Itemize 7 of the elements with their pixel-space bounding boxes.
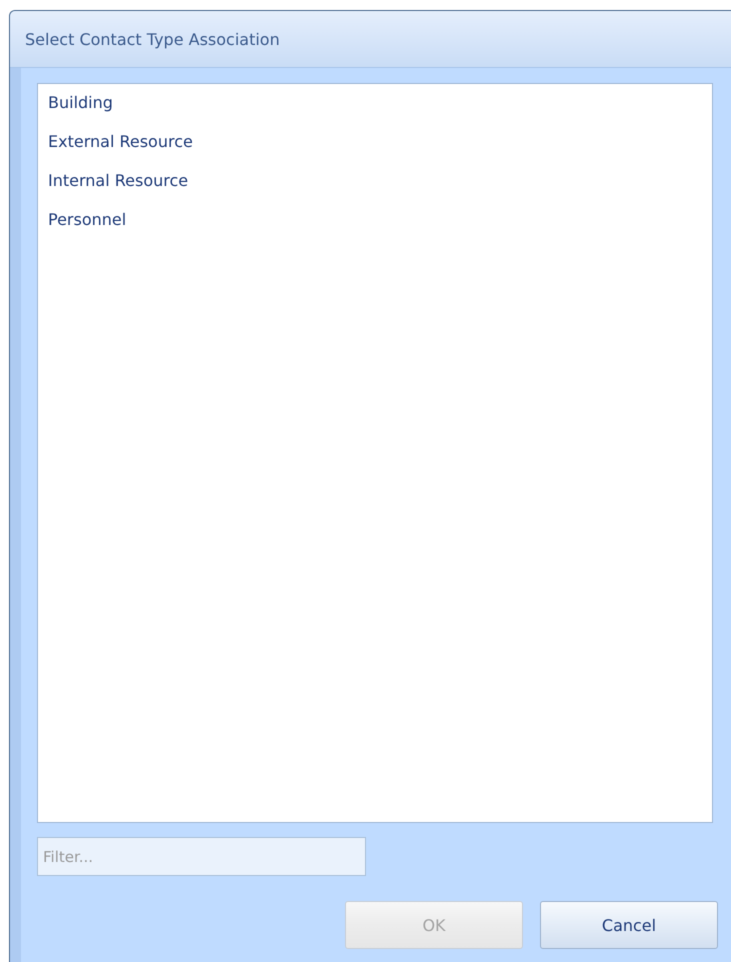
cancel-button[interactable]: Cancel [540,901,718,949]
list-item[interactable]: External Resource [48,127,193,166]
list-item[interactable]: Personnel [48,205,126,244]
list-item[interactable]: Building [48,88,113,127]
filter-field[interactable]: Filter... [37,837,366,876]
list-item[interactable]: Internal Resource [48,166,188,205]
window-title: Select Contact Type Association [10,11,731,68]
